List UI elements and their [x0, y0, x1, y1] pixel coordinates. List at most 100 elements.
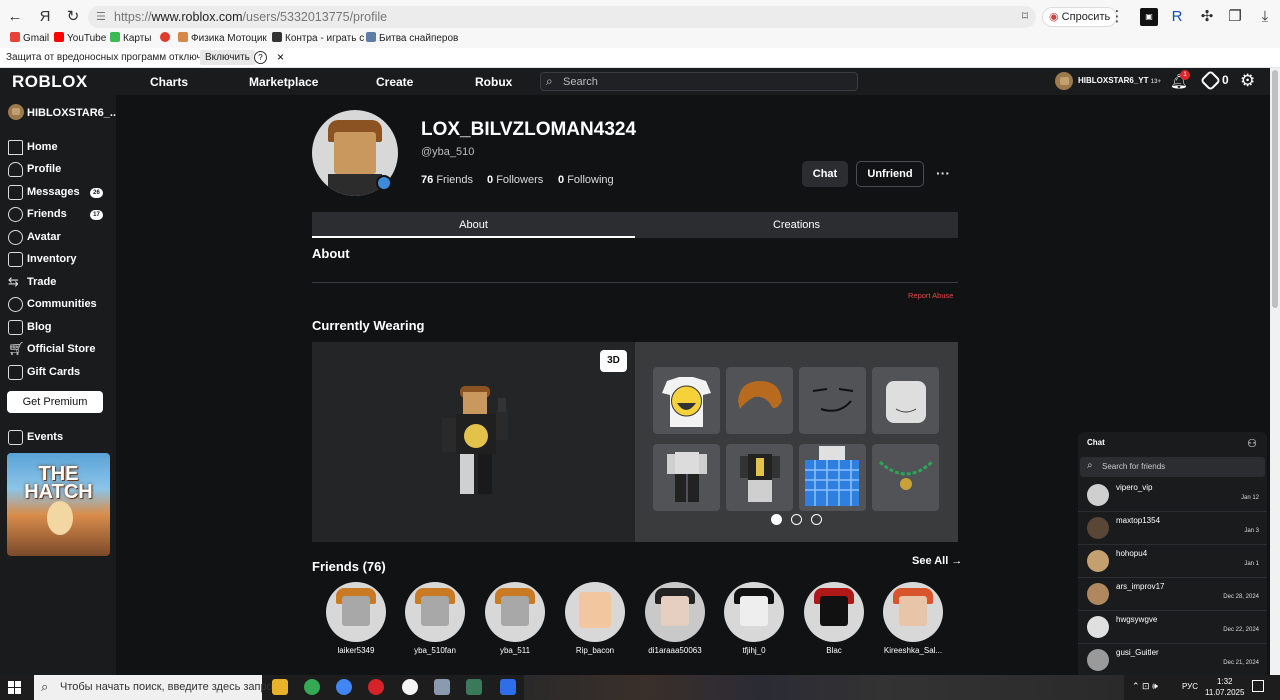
- header-username[interactable]: HIBLOXSTAR6_YT 13+: [1078, 76, 1161, 85]
- item-pants[interactable]: [653, 444, 720, 511]
- friend-card[interactable]: laiker5349: [318, 582, 392, 662]
- help-icon[interactable]: ?: [254, 51, 267, 64]
- address-bar[interactable]: ☰ https://www.roblox.com/users/533201377…: [88, 6, 1036, 28]
- friend-card[interactable]: di1araaa50063: [637, 582, 711, 662]
- sidebar-item-avatar[interactable]: Avatar: [8, 229, 112, 247]
- item-shirt[interactable]: [726, 444, 793, 511]
- nav-charts[interactable]: Charts: [150, 75, 188, 89]
- opera-icon[interactable]: [368, 679, 384, 695]
- item-face[interactable]: [799, 367, 866, 434]
- bookmark-sniper[interactable]: Битва снайперов: [366, 32, 458, 44]
- unfriend-button[interactable]: Unfriend: [856, 161, 924, 187]
- event-promo-banner[interactable]: THE HATCH: [7, 453, 110, 556]
- bookmark-maps[interactable]: Карты: [110, 32, 152, 44]
- item-mesh-shirt[interactable]: [799, 444, 866, 511]
- windows-start-icon[interactable]: [8, 681, 22, 695]
- bookmark-gmail[interactable]: Gmail: [10, 32, 49, 44]
- clock[interactable]: 1:32 11.07.2025: [1205, 676, 1244, 698]
- sidebar-item-gift-cards[interactable]: Gift Cards: [8, 364, 112, 382]
- chrome-icon[interactable]: [304, 679, 320, 695]
- ask-button[interactable]: ◉ Спросить: [1042, 7, 1118, 27]
- chat-row[interactable]: vipero_vip Jan 12: [1078, 479, 1267, 512]
- sidebar-item-friends[interactable]: Friends 17: [8, 206, 112, 224]
- item-tshirt[interactable]: [653, 367, 720, 434]
- chat-row[interactable]: ars_improv17 Dec 28, 2024: [1078, 578, 1267, 611]
- notification-center-icon[interactable]: [1252, 680, 1264, 692]
- roblox-app-icon[interactable]: [500, 679, 516, 695]
- toggle-3d-button[interactable]: 3D: [600, 350, 627, 372]
- close-icon[interactable]: ×: [277, 50, 284, 64]
- menu-dots-icon[interactable]: ⋮: [1108, 8, 1126, 26]
- robux-icon[interactable]: [1199, 69, 1222, 92]
- sidebar-item-messages[interactable]: Messages 26: [8, 184, 112, 202]
- sidebar-item-communities[interactable]: Communities: [8, 296, 112, 314]
- friend-card[interactable]: yba_511: [477, 582, 551, 662]
- download-icon[interactable]: ⤓: [1256, 8, 1274, 26]
- extension-r-icon[interactable]: R: [1168, 8, 1186, 26]
- site-info-icon[interactable]: ☰: [96, 10, 106, 23]
- yandex-icon[interactable]: Я: [36, 8, 54, 26]
- chat-button[interactable]: Chat: [802, 161, 848, 187]
- bookmark-contra[interactable]: Контра - играть с: [272, 32, 364, 44]
- item-head[interactable]: [872, 367, 939, 434]
- friend-card[interactable]: tfjihj_0: [716, 582, 790, 662]
- friends-count-link[interactable]: 76 Friends: [421, 174, 473, 186]
- following-count-link[interactable]: 0 Following: [558, 174, 614, 186]
- tab-creations[interactable]: Creations: [635, 212, 958, 238]
- friend-card[interactable]: Rip_bacon: [557, 582, 631, 662]
- tab-about[interactable]: About: [312, 212, 635, 238]
- taskbar-search-input[interactable]: ⌕ Чтобы начать поиск, введите здесь запр…: [34, 675, 278, 700]
- bookmark-icon[interactable]: ⌑: [1022, 9, 1028, 23]
- more-options-icon[interactable]: ···: [936, 165, 950, 181]
- sidebar-item-official-store[interactable]: 🛒︎ Official Store: [8, 341, 112, 359]
- carousel-dot-2[interactable]: [791, 514, 802, 525]
- friend-card[interactable]: yba_510fan: [397, 582, 471, 662]
- see-all-friends-link[interactable]: See All →: [912, 555, 962, 567]
- chat-row[interactable]: hwgsywgve Dec 22, 2024: [1078, 611, 1267, 644]
- back-icon[interactable]: ←: [6, 8, 24, 26]
- item-hair[interactable]: [726, 367, 793, 434]
- chat-row[interactable]: maxtop1354 Jan 3: [1078, 512, 1267, 545]
- user-avatar[interactable]: [1055, 72, 1073, 90]
- bookmark-physics[interactable]: [160, 32, 173, 44]
- reload-icon[interactable]: ↻: [64, 8, 82, 26]
- report-abuse-link[interactable]: Report Abuse: [908, 291, 953, 300]
- extensions-icon[interactable]: ✣: [1198, 8, 1216, 26]
- friend-card[interactable]: Blac: [796, 582, 870, 662]
- sidebar-item-profile[interactable]: Profile: [8, 161, 112, 179]
- chat-row[interactable]: hohopu4 Jan 1: [1078, 545, 1267, 578]
- app-icon[interactable]: [434, 679, 450, 695]
- get-premium-button[interactable]: Get Premium: [7, 391, 103, 413]
- avatar-viewer[interactable]: 3D: [312, 342, 635, 542]
- search-input[interactable]: ⌕ Search: [540, 72, 858, 91]
- page-scrollbar[interactable]: [1270, 68, 1280, 675]
- nav-robux[interactable]: Robux: [475, 75, 512, 89]
- carousel-dot-3[interactable]: [811, 514, 822, 525]
- sidebar-username[interactable]: HIBLOXSTAR6_...: [27, 107, 119, 119]
- yandex-browser-icon[interactable]: [402, 679, 418, 695]
- enable-protection-button[interactable]: Включить: [200, 50, 255, 65]
- bookmark-moto[interactable]: Физика Мотоцик: [178, 32, 267, 44]
- collections-icon[interactable]: ❐: [1226, 8, 1244, 26]
- file-explorer-icon[interactable]: [272, 679, 288, 695]
- new-chat-icon[interactable]: ⚇: [1247, 437, 1257, 450]
- item-necklace[interactable]: [872, 444, 939, 511]
- nav-create[interactable]: Create: [376, 75, 413, 89]
- sidebar-item-events[interactable]: Events: [8, 429, 112, 447]
- nav-marketplace[interactable]: Marketplace: [249, 75, 318, 89]
- roblox-logo[interactable]: ROBLOX: [12, 72, 88, 92]
- scrollbar-thumb[interactable]: [1272, 70, 1278, 308]
- sidebar-item-inventory[interactable]: Inventory: [8, 251, 112, 269]
- chat-search-input[interactable]: ⌕ Search for friends: [1080, 457, 1265, 477]
- app-icon-2[interactable]: [466, 679, 482, 695]
- extension-icon[interactable]: ▣: [1140, 8, 1158, 26]
- friend-card[interactable]: Kireeshka_Sal...: [875, 582, 949, 662]
- sidebar-item-blog[interactable]: Blog: [8, 319, 112, 337]
- bookmark-youtube[interactable]: YouTube: [54, 32, 106, 44]
- carousel-dot-1[interactable]: [771, 514, 782, 525]
- settings-gear-icon[interactable]: ⚙: [1240, 71, 1255, 91]
- sidebar-avatar[interactable]: [8, 104, 24, 120]
- sidebar-item-trade[interactable]: ⇆ Trade: [8, 274, 112, 292]
- sidebar-item-home[interactable]: Home: [8, 139, 112, 157]
- tray-icons[interactable]: ⌃ ⊡ 🕪︎: [1132, 681, 1158, 692]
